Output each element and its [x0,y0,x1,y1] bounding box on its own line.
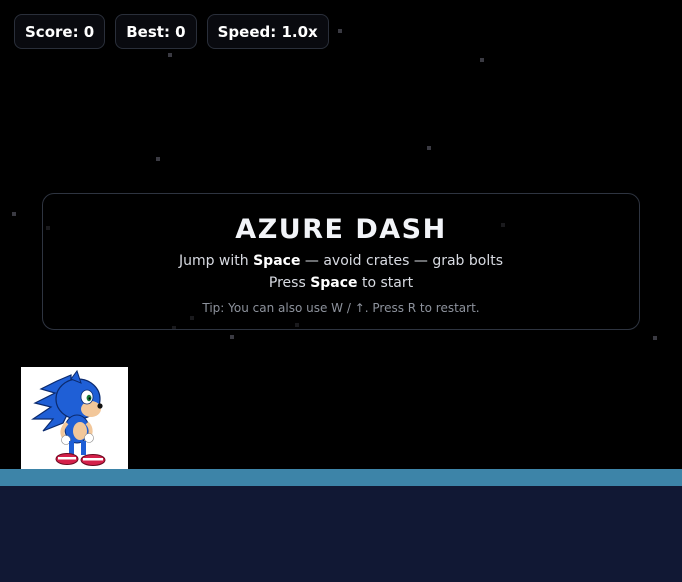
score-display: Score: 0 [14,14,106,49]
game-canvas[interactable]: Score: 0 Best: 0 Speed: 1.0x AZURE DASH … [0,0,682,582]
hedgehog-sprite-icon [31,369,106,466]
ground-surface [0,469,682,486]
player-character [21,367,128,474]
star [168,53,172,57]
instructions-line: Jump with Space — avoid crates — grab bo… [43,250,639,272]
instructions-suffix: — avoid crates — grab bolts [300,253,504,269]
hud: Score: 0 Best: 0 Speed: 1.0x [14,14,329,49]
best-score-display: Best: 0 [115,14,197,49]
ground [0,486,682,582]
star [230,335,234,339]
start-key-label: Space [310,275,358,291]
start-overlay: AZURE DASH Jump with Space — avoid crate… [42,193,640,330]
controls-tip: Tip: You can also use W / ↑. Press R to … [202,301,480,315]
star [480,58,484,62]
instructions-prefix: Jump with [178,253,254,269]
star [156,157,160,161]
jump-key-label: Space [253,253,301,269]
star [338,29,342,33]
star [427,146,431,150]
game-title: AZURE DASH [235,214,447,245]
star [653,336,657,340]
start-prompt: Press Space to start [43,272,639,294]
start-prompt-prefix: Press [268,275,311,291]
speed-display: Speed: 1.0x [206,14,329,49]
start-prompt-suffix: to start [357,275,414,291]
star [12,212,16,216]
